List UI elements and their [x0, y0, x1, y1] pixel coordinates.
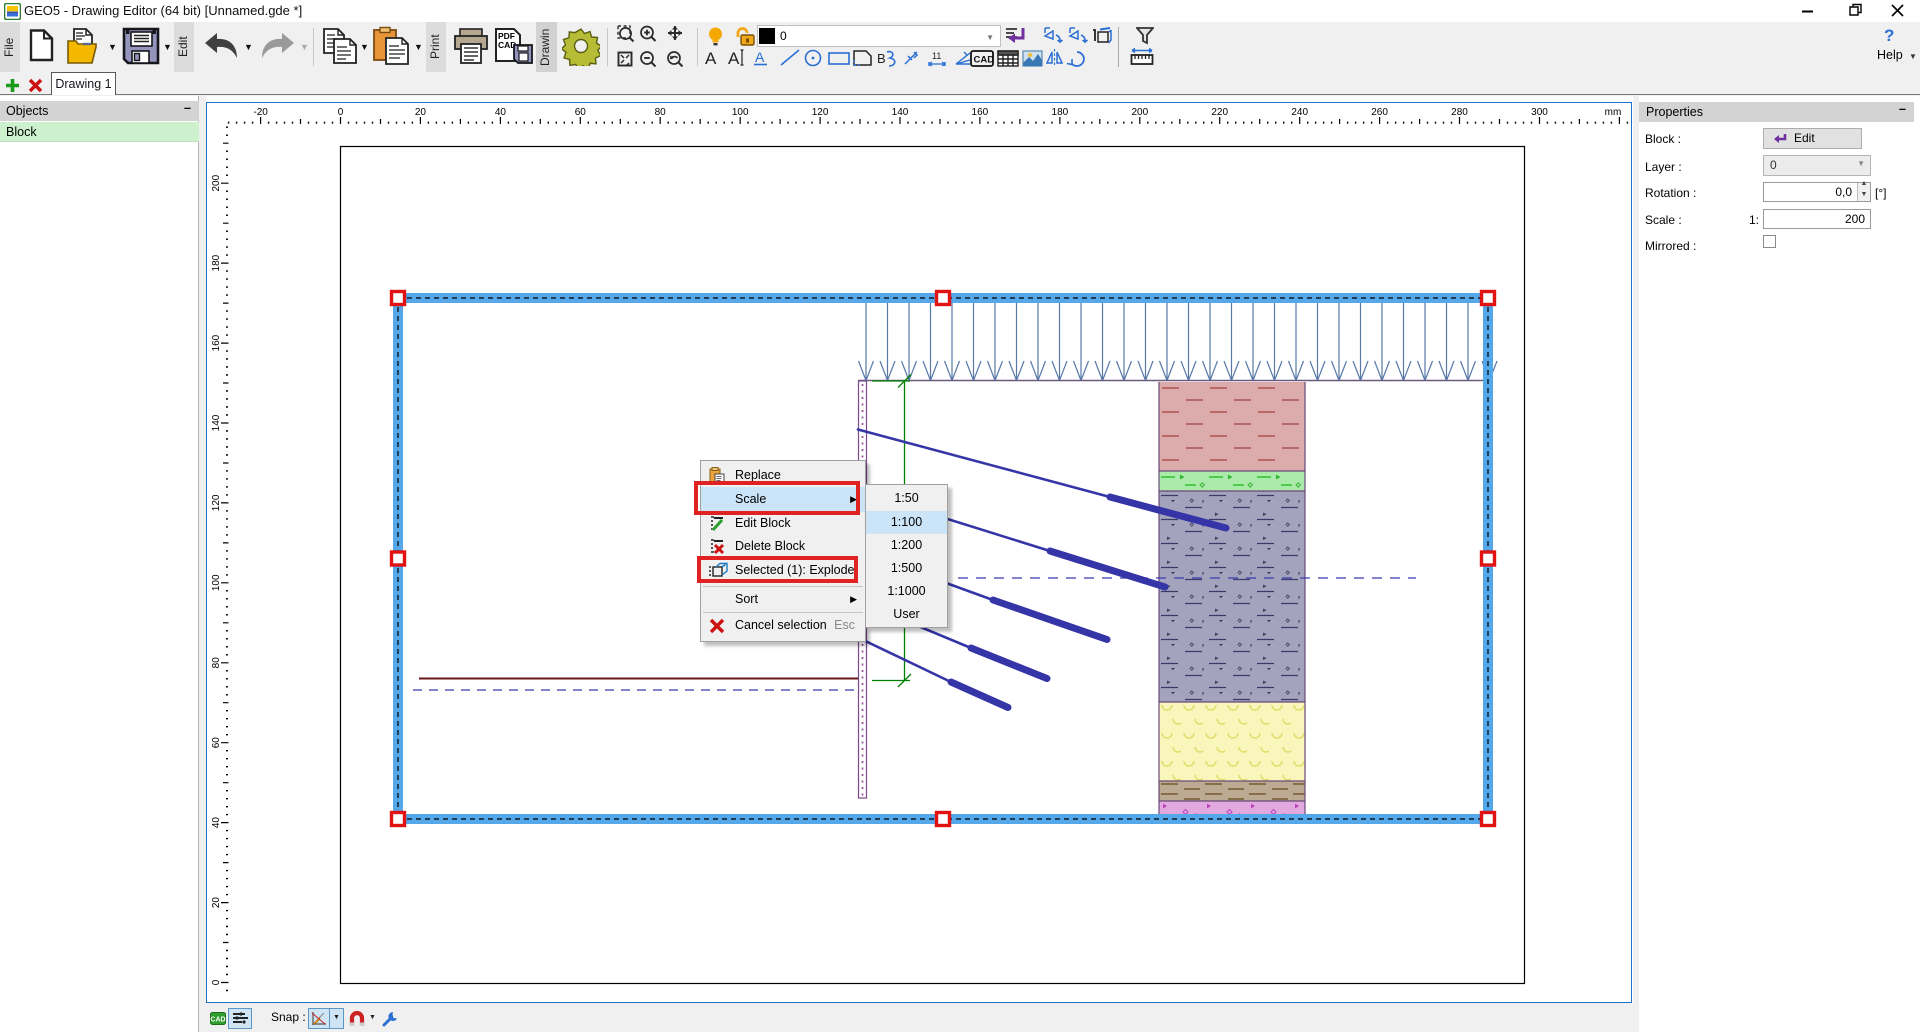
- svg-text:300: 300: [1531, 107, 1548, 118]
- svg-text:20: 20: [211, 897, 222, 909]
- svg-text:11: 11: [932, 51, 941, 61]
- svg-text:0: 0: [338, 107, 344, 118]
- svg-text:220: 220: [1211, 107, 1228, 118]
- svg-text:280: 280: [1451, 107, 1468, 118]
- svg-text:20: 20: [415, 107, 427, 118]
- svg-text:140: 140: [211, 414, 222, 431]
- svg-text:180: 180: [1052, 107, 1069, 118]
- svg-text:40: 40: [495, 107, 507, 118]
- svg-text:60: 60: [575, 107, 587, 118]
- svg-text:80: 80: [655, 107, 667, 118]
- svg-text:60: 60: [211, 737, 222, 749]
- svg-text:80: 80: [211, 657, 222, 669]
- svg-text:240: 240: [1291, 107, 1308, 118]
- svg-text:A: A: [755, 49, 765, 65]
- svg-text:260: 260: [1371, 107, 1388, 118]
- svg-text:CAD: CAD: [974, 55, 995, 66]
- svg-text:0: 0: [211, 979, 222, 985]
- svg-text:100: 100: [732, 107, 749, 118]
- svg-text:A: A: [728, 49, 740, 68]
- svg-text:mm: mm: [1605, 107, 1622, 118]
- svg-text:120: 120: [812, 107, 829, 118]
- svg-text:CAD: CAD: [210, 1017, 225, 1024]
- svg-text:200: 200: [1131, 107, 1148, 118]
- svg-text:160: 160: [972, 107, 989, 118]
- svg-text:120: 120: [211, 494, 222, 511]
- svg-text:180: 180: [211, 254, 222, 271]
- svg-text:A: A: [705, 49, 717, 68]
- svg-text:160: 160: [211, 334, 222, 351]
- svg-text:140: 140: [892, 107, 909, 118]
- svg-text:40: 40: [211, 817, 222, 829]
- svg-text:-20: -20: [253, 107, 268, 118]
- svg-text:100: 100: [211, 574, 222, 591]
- svg-text:B: B: [877, 51, 886, 66]
- svg-text:200: 200: [211, 174, 222, 191]
